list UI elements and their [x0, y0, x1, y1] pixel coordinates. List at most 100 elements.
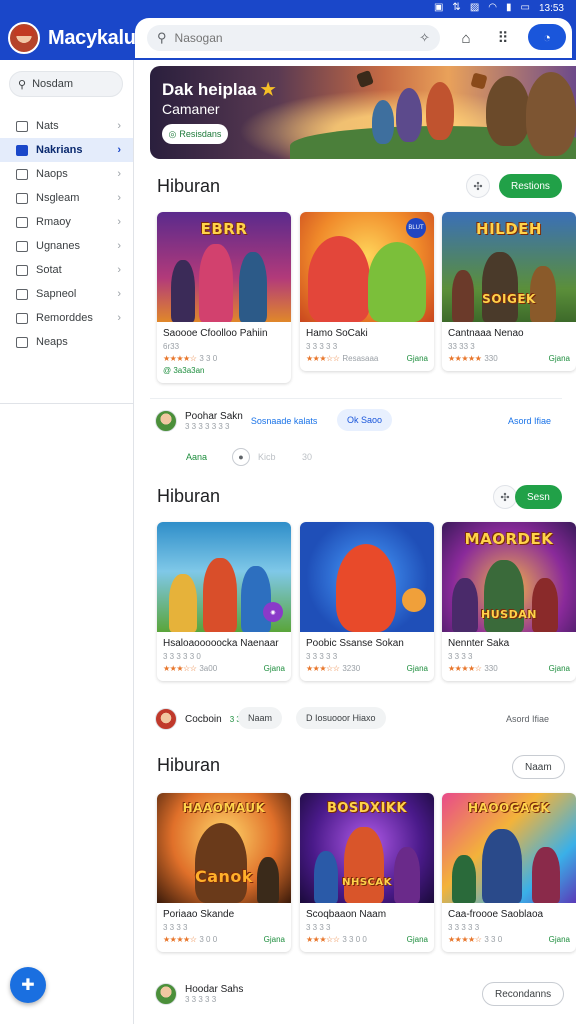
game-card[interactable]: MAORDEK HUSDAN Nennter Saka 3 3 3 3 ★★★★… — [442, 522, 576, 681]
author-sub: 3 3 3 3 3 — [185, 995, 217, 1004]
game-character — [199, 244, 233, 322]
see-all-link[interactable]: Asord Ifiae — [508, 416, 551, 426]
radio-icon[interactable]: ● — [232, 448, 250, 466]
sidebar-item-label: Neaps — [36, 336, 68, 348]
game-logo-secondary: Canok — [194, 867, 254, 886]
sidebar-item-neaps[interactable]: Neaps — [0, 330, 133, 354]
sidebar-item-sotat[interactable]: Sotat › — [0, 258, 133, 282]
game-price: Gjana — [548, 354, 570, 363]
sidebar-item-nats[interactable]: Nats › — [0, 114, 133, 138]
hero-banner[interactable]: Dak heiplaa ★ Camaner ◎ Resisdans — [150, 66, 576, 159]
section-action-button[interactable]: Naam — [512, 755, 565, 779]
game-card[interactable]: HAOOGAGK Caa-froooe Saoblaoa 3 3 3 3 3 ★… — [442, 793, 576, 952]
author-stat: Kicb — [258, 452, 276, 462]
game-title: Saoooe Cfoolloo Pahiin — [163, 328, 268, 339]
rating: ★★★★☆ 3 3 0 — [448, 935, 503, 944]
author-avatar — [155, 410, 177, 432]
game-meta: 3 3 3 3 3 — [448, 923, 480, 932]
author-avatar — [155, 983, 177, 1005]
game-character — [308, 236, 370, 322]
sidebar-item-label: Nsgleam — [36, 192, 80, 204]
sidebar-item-naops[interactable]: Naops › — [0, 162, 133, 186]
game-character — [203, 558, 237, 632]
search-bar[interactable]: ⚲ ✧ — [147, 25, 440, 51]
account-icon: ◔ — [543, 29, 551, 45]
author-row[interactable]: Poohar Sakn 3 3 3 3 3 3 3 Sosnaade kalat… — [155, 410, 317, 432]
author-stat: 30 — [302, 452, 313, 462]
recommend-button[interactable]: Recondanns — [482, 982, 565, 1006]
rating: ★★★☆☆ 3a00 — [163, 664, 218, 673]
search-input[interactable] — [174, 31, 412, 45]
brand[interactable]: Macykalu — [8, 16, 136, 60]
game-prop — [402, 588, 426, 612]
game-card[interactable]: ◉ Hsaloaooooocka Naenaar 3 3 3 3 3 0 ★★★… — [157, 522, 291, 681]
author-name: Cocboin — [185, 713, 222, 725]
status-bar: ▣ ⇅ ▨ ◠ ▮ ▭ 13:53 — [0, 0, 576, 16]
game-price: Gjana — [263, 935, 285, 944]
sidebar-item-rmaoy[interactable]: Rmaoy › — [0, 210, 133, 234]
game-logo: BOSDXIKK — [326, 801, 408, 816]
home-icon[interactable]: ⌂ — [455, 27, 477, 49]
sidebar-search[interactable]: ⚲ Nosdam — [9, 71, 123, 97]
author-row[interactable]: Hoodar Sahs 3 3 3 3 3 — [155, 983, 243, 1005]
game-card[interactable]: EBRR Saoooe Cfoolloo Pahiin 6r33 ★★★★☆ 3 … — [157, 212, 291, 383]
chevron-right-icon: › — [117, 120, 121, 132]
search-icon: ⚲ — [157, 30, 167, 45]
hero-title: Dak heiplaa ★ — [162, 80, 276, 99]
game-card[interactable]: HILDEH SOIGEK Cantnaaa Nenao 33 33 3 ★★★… — [442, 212, 576, 371]
floating-action-button[interactable]: ✚ — [10, 967, 46, 1003]
follow-pill[interactable]: Ok Saoo — [337, 409, 393, 431]
game-thumbnail: ◉ — [157, 522, 291, 632]
author-tag-pill[interactable]: Naam — [238, 707, 283, 729]
game-card[interactable]: BLUT Hamo SoCaki 3 3 3 3 3 ★★★☆☆ Resasaaa… — [300, 212, 434, 371]
hero-button[interactable]: ◎ Resisdans — [162, 124, 228, 144]
game-character — [532, 578, 558, 632]
account-button[interactable]: ◔ — [528, 24, 566, 50]
game-controller-icon: ✚ — [21, 977, 35, 994]
game-meta: 3 3 3 3 — [306, 923, 331, 932]
section-title: Hiburan — [157, 176, 221, 196]
circle-icon: ◎ — [168, 128, 177, 139]
game-card[interactable]: Poobic Ssanse Sokan 3 3 3 3 3 ★★★☆☆ 3230 G… — [300, 522, 434, 681]
game-meta: 3 3 3 3 — [448, 652, 473, 661]
game-card[interactable]: HAAOMAUK Canok Poriaao Skande 3 3 3 3 ★★… — [157, 793, 291, 952]
game-card[interactable]: BOSDXIKK NHSCAK Scoqbaaon Naam 3 3 3 3 ★… — [300, 793, 434, 952]
author-name: Hoodar Sahs — [185, 984, 244, 995]
game-character — [241, 566, 271, 632]
sparkle-icon[interactable]: ✣ — [493, 485, 517, 509]
status-time: 13:53 — [538, 2, 564, 14]
sidebar-item-nakrians[interactable]: Nakrians › — [0, 138, 133, 162]
sidebar-item-sapneol[interactable]: Sapneol › — [0, 282, 133, 306]
sidebar-item-remorddes[interactable]: Remorddes › — [0, 306, 133, 330]
game-price: Gjana — [548, 664, 570, 673]
chevron-right-icon: › — [117, 192, 121, 204]
hero-character — [486, 76, 530, 146]
sidebar-divider — [0, 403, 133, 404]
game-character — [239, 252, 267, 322]
game-thumbnail: EBRR — [157, 212, 291, 322]
hero-character — [396, 88, 422, 142]
game-character — [482, 829, 522, 903]
author-pill[interactable]: D Iosuooor Hiaxo — [296, 707, 386, 729]
game-meta: 3 3 3 3 3 — [306, 342, 338, 351]
game-title: Poobic Ssanse Sokan — [306, 638, 404, 649]
sparkle-icon[interactable]: ✣ — [466, 174, 490, 198]
game-thumbnail: HAOOGAGK — [442, 793, 576, 903]
chevron-right-icon: › — [117, 144, 121, 156]
sidebar-item-label: Ugnanes — [36, 240, 81, 252]
signal-icon: ▮ — [506, 2, 512, 13]
game-title: Hamo SoCaki — [306, 328, 368, 339]
sidebar-item-ugnanes[interactable]: Ugnanes › — [0, 234, 133, 258]
author-row[interactable]: Cocboin 3 3 1 — [155, 708, 248, 730]
section-action-button[interactable]: Restions — [499, 174, 562, 198]
author-link[interactable]: Sosnaade kalats — [251, 416, 318, 426]
game-character — [336, 544, 396, 632]
apps-grid-icon[interactable]: ⠿ — [492, 27, 514, 49]
sidebar-item-nsgleam[interactable]: Nsgleam › — [0, 186, 133, 210]
sparkle-icon[interactable]: ✧ — [419, 30, 430, 46]
game-character — [171, 260, 195, 322]
see-all-link[interactable]: Asord Ifiae — [506, 714, 549, 724]
game-extra: @ 3a3a3an — [163, 366, 205, 375]
chevron-right-icon: › — [117, 288, 121, 300]
section-action-button[interactable]: Sesn — [515, 485, 562, 509]
